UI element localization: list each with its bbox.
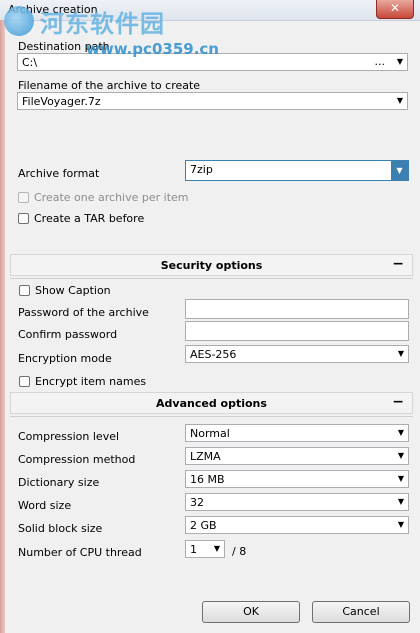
divider [10, 416, 413, 417]
chevron-down-icon[interactable]: ▼ [391, 161, 408, 180]
confirm-password-input[interactable] [185, 321, 409, 341]
dictionary-size-select[interactable]: 16 MB ▼ [185, 470, 409, 488]
chevron-down-icon[interactable]: ▼ [398, 349, 404, 358]
compression-method-value: LZMA [190, 450, 221, 463]
chevron-down-icon[interactable]: ▼ [398, 451, 404, 460]
cpu-thread-total: / 8 [232, 545, 247, 558]
tar-before-checkbox[interactable] [18, 213, 29, 224]
compression-method-label: Compression method [18, 453, 136, 466]
ok-button[interactable]: OK [202, 601, 300, 623]
solid-block-size-label: Solid block size [18, 522, 103, 535]
one-archive-per-item-checkbox[interactable] [18, 192, 29, 203]
chevron-down-icon[interactable]: ▼ [397, 96, 403, 105]
window-left-edge [0, 20, 5, 633]
divider [10, 278, 413, 279]
compression-level-value: Normal [190, 427, 230, 440]
cpu-thread-label: Number of CPU thread [18, 546, 142, 559]
archive-format-select[interactable]: 7zip ▼ [185, 160, 409, 181]
browse-dots-button[interactable]: ... [375, 55, 386, 68]
window-title: Archive creation [8, 3, 98, 16]
chevron-down-icon[interactable]: ▼ [214, 544, 220, 553]
filename-value: FileVoyager.7z [22, 95, 101, 108]
password-input[interactable] [185, 299, 409, 319]
chevron-down-icon[interactable]: ▼ [398, 474, 404, 483]
encrypt-item-names-checkbox[interactable] [19, 376, 30, 387]
show-caption-checkbox[interactable] [19, 285, 30, 296]
encrypt-item-names-label: Encrypt item names [35, 375, 147, 388]
cpu-thread-value: 1 [190, 543, 197, 556]
word-size-select[interactable]: 32 ▼ [185, 493, 409, 511]
word-size-label: Word size [18, 499, 72, 512]
solid-block-size-select[interactable]: 2 GB ▼ [185, 516, 409, 534]
destination-path-value: C:\ [22, 56, 38, 69]
compression-method-select[interactable]: LZMA ▼ [185, 447, 409, 465]
destination-label: Destination path [18, 40, 110, 53]
show-caption-label: Show Caption [35, 284, 111, 297]
encryption-mode-value: AES-256 [190, 348, 237, 361]
word-size-value: 32 [190, 496, 204, 509]
confirm-password-label: Confirm password [18, 328, 118, 341]
filename-combo[interactable]: FileVoyager.7z ▼ [17, 92, 408, 110]
compression-level-select[interactable]: Normal ▼ [185, 424, 409, 442]
password-label: Password of the archive [18, 306, 149, 319]
archive-format-value: 7zip [190, 163, 213, 176]
security-options-title: Security options [160, 259, 263, 272]
dictionary-size-value: 16 MB [190, 473, 225, 486]
dictionary-size-label: Dictionary size [18, 476, 100, 489]
solid-block-size-value: 2 GB [190, 519, 217, 532]
chevron-down-icon[interactable]: ▼ [398, 497, 404, 506]
collapse-icon[interactable]: − [392, 256, 404, 272]
encryption-mode-select[interactable]: AES-256 ▼ [185, 345, 409, 363]
destination-path-combo[interactable]: C:\ ... ▼ [17, 53, 408, 71]
filename-label: Filename of the archive to create [18, 79, 201, 92]
one-archive-per-item-label: Create one archive per item [34, 191, 189, 204]
chevron-down-icon[interactable]: ▼ [398, 520, 404, 529]
compression-level-label: Compression level [18, 430, 120, 443]
advanced-options-header[interactable]: Advanced options − [10, 392, 413, 414]
chevron-down-icon[interactable]: ▼ [398, 428, 404, 437]
advanced-options-title: Advanced options [156, 397, 267, 410]
security-options-header[interactable]: Security options − [10, 254, 413, 276]
tar-before-label: Create a TAR before [34, 212, 145, 225]
encryption-mode-label: Encryption mode [18, 352, 112, 365]
chevron-down-icon[interactable]: ▼ [397, 57, 403, 66]
title-bar: Archive creation ✕ [0, 0, 420, 21]
collapse-icon[interactable]: − [392, 394, 404, 410]
cpu-thread-select[interactable]: 1 ▼ [185, 540, 225, 558]
archive-creation-window: Archive creation ✕ Destination path C:\ … [0, 0, 420, 633]
archive-format-label: Archive format [18, 167, 100, 180]
cancel-button[interactable]: Cancel [312, 601, 410, 623]
close-button[interactable]: ✕ [376, 0, 414, 19]
